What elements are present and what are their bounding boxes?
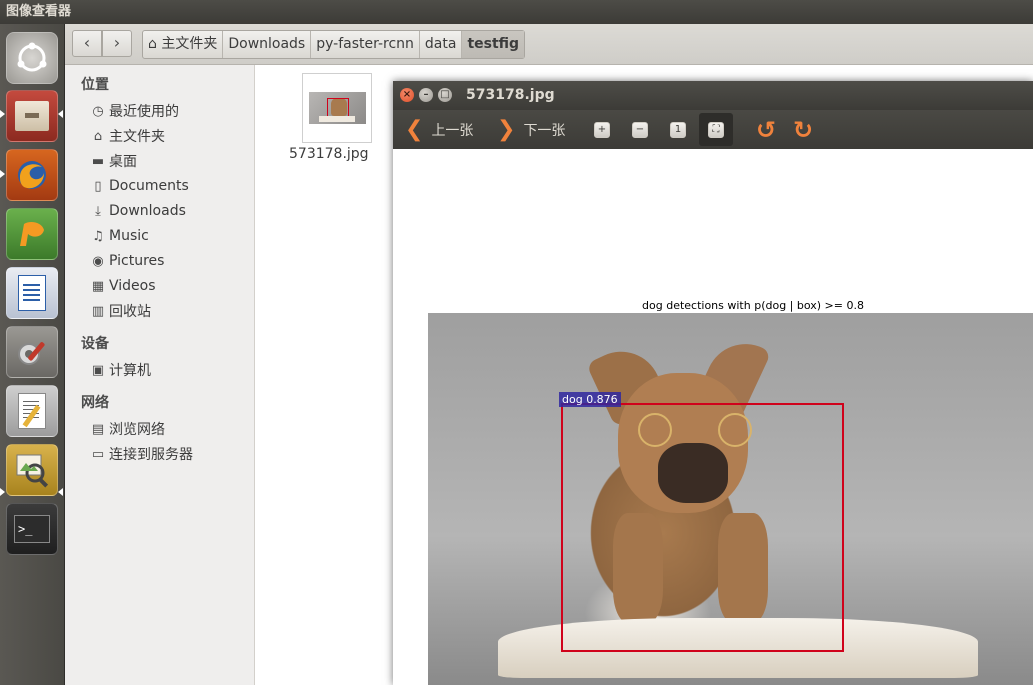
sidebar-item-recent[interactable]: ◷ 最近使用的 xyxy=(89,100,179,122)
maximize-icon: □ xyxy=(440,89,450,100)
launcher: >_ xyxy=(0,24,65,685)
rotate-right-button[interactable]: ↻ xyxy=(793,110,813,149)
viewer-toolbar: ❮ 上一张 ❯ 下一张 + − 1 ⛶ ↺ ↻ xyxy=(393,110,1033,149)
detection-label: dog 0.876 xyxy=(559,392,621,407)
chevron-left-icon: ❮ xyxy=(405,117,424,142)
sidebar-item-connect-server[interactable]: ▭ 连接到服务器 xyxy=(89,443,193,465)
maximize-button[interactable]: □ xyxy=(438,88,452,102)
dog-photo: dog 0.876 xyxy=(428,313,1033,685)
sidebar-item-downloads[interactable]: ⤓ Downloads xyxy=(89,200,186,222)
zoom-out-icon: − xyxy=(635,124,645,135)
files-icon[interactable] xyxy=(6,90,58,142)
network-icon: ▤ xyxy=(91,421,105,437)
breadcrumb-data[interactable]: data xyxy=(420,31,463,58)
sidebar-item-music[interactable]: ♫ Music xyxy=(89,225,149,247)
normal-size-button[interactable]: 1 xyxy=(670,110,686,149)
viewer-titlebar[interactable]: × – □ 573178.jpg xyxy=(393,81,1033,110)
forward-button[interactable]: › xyxy=(102,30,132,57)
sidebar-item-videos[interactable]: ▦ Videos xyxy=(89,275,156,297)
chevron-right-icon: › xyxy=(113,33,121,52)
sidebar-item-browse-network[interactable]: ▤ 浏览网络 xyxy=(89,418,165,440)
document-icon: ▯ xyxy=(94,178,102,194)
breadcrumb: ⌂ 主文件夹 Downloads py-faster-rcnn data tes… xyxy=(142,30,526,59)
firefox-icon[interactable] xyxy=(6,149,58,201)
minimize-icon: – xyxy=(423,89,429,100)
music-icon: ♫ xyxy=(92,228,104,244)
breadcrumb-testfig[interactable]: testfig xyxy=(462,31,525,58)
close-button[interactable]: × xyxy=(400,88,414,102)
network-header: 网络 xyxy=(81,395,109,411)
devices-header: 设备 xyxy=(81,336,109,352)
rotate-right-icon: ↻ xyxy=(793,115,814,144)
breadcrumb-downloads[interactable]: Downloads xyxy=(223,31,312,58)
file-thumbnail[interactable] xyxy=(302,73,372,143)
places-sidebar: 位置 ◷ 最近使用的 ⌂ 主文件夹 ▬ 桌面 ▯ Documents ⤓ Download… xyxy=(65,65,255,685)
home-icon: ⌂ xyxy=(93,128,103,144)
app-title: 图像查看器 xyxy=(6,4,72,19)
trash-icon: ▥ xyxy=(91,303,105,319)
normal-size-icon: 1 xyxy=(674,124,682,135)
terminal-icon[interactable]: >_ xyxy=(6,503,58,555)
close-icon: × xyxy=(402,89,412,100)
next-button[interactable]: ❯ 下一张 xyxy=(497,110,565,149)
camera-icon: ◉ xyxy=(92,253,104,269)
sidebar-item-pictures[interactable]: ◉ Pictures xyxy=(89,250,164,272)
rotate-left-button[interactable]: ↺ xyxy=(756,110,776,149)
sidebar-item-desktop[interactable]: ▬ 桌面 xyxy=(89,150,137,172)
text-editor-icon[interactable] xyxy=(6,385,58,437)
top-panel: 图像查看器 xyxy=(0,0,1033,24)
download-icon: ⤓ xyxy=(95,203,101,219)
dash-icon[interactable] xyxy=(6,32,58,84)
computer-icon: ▣ xyxy=(91,362,105,378)
server-icon: ▭ xyxy=(91,446,105,462)
detection-box xyxy=(561,403,844,652)
settings-icon[interactable] xyxy=(6,326,58,378)
clock-icon: ◷ xyxy=(92,103,104,119)
file-name[interactable]: 573178.jpg xyxy=(289,146,369,162)
best-fit-icon: ⛶ xyxy=(712,124,720,135)
zoom-in-icon: + xyxy=(597,124,607,135)
file-manager-toolbar: ‹ › ⌂ 主文件夹 Downloads py-faster-rcnn data… xyxy=(65,24,1033,65)
zoom-out-button[interactable]: − xyxy=(632,110,648,149)
sidebar-item-documents[interactable]: ▯ Documents xyxy=(89,175,188,197)
chevron-right-icon: ❯ xyxy=(497,117,516,142)
back-button[interactable]: ‹ xyxy=(72,30,102,57)
image-viewer-icon[interactable] xyxy=(6,444,58,496)
sidebar-item-computer[interactable]: ▣ 计算机 xyxy=(89,359,151,381)
film-icon: ▦ xyxy=(91,278,105,294)
rotate-left-icon: ↺ xyxy=(756,115,777,144)
breadcrumb-py-faster-rcnn[interactable]: py-faster-rcnn xyxy=(311,31,420,58)
home-icon: ⌂ xyxy=(148,36,162,52)
pycharm-icon[interactable] xyxy=(6,208,58,260)
places-header: 位置 xyxy=(81,77,109,93)
best-fit-button[interactable]: ⛶ xyxy=(699,110,733,149)
terminal-prompt: >_ xyxy=(14,515,50,543)
zoom-in-button[interactable]: + xyxy=(594,110,610,149)
sidebar-item-home[interactable]: ⌂ 主文件夹 xyxy=(89,125,165,147)
sidebar-item-trash[interactable]: ▥ 回收站 xyxy=(89,300,151,322)
figure-title: dog detections with p(dog | box) >= 0.8 xyxy=(642,299,864,312)
minimize-button[interactable]: – xyxy=(419,88,433,102)
chevron-left-icon: ‹ xyxy=(83,33,91,52)
image-canvas[interactable]: dog detections with p(dog | box) >= 0.8 … xyxy=(393,149,1033,685)
breadcrumb-home[interactable]: ⌂ 主文件夹 xyxy=(143,31,224,58)
previous-button[interactable]: ❮ 上一张 xyxy=(405,110,473,149)
writer-icon[interactable] xyxy=(6,267,58,319)
image-thumbnail xyxy=(309,92,366,124)
viewer-title: 573178.jpg xyxy=(466,87,555,103)
desktop-folder-icon: ▬ xyxy=(91,153,105,169)
image-viewer-window: × – □ 573178.jpg ❮ 上一张 ❯ 下一张 + − 1 ⛶ ↺ ↻ d… xyxy=(393,81,1033,685)
